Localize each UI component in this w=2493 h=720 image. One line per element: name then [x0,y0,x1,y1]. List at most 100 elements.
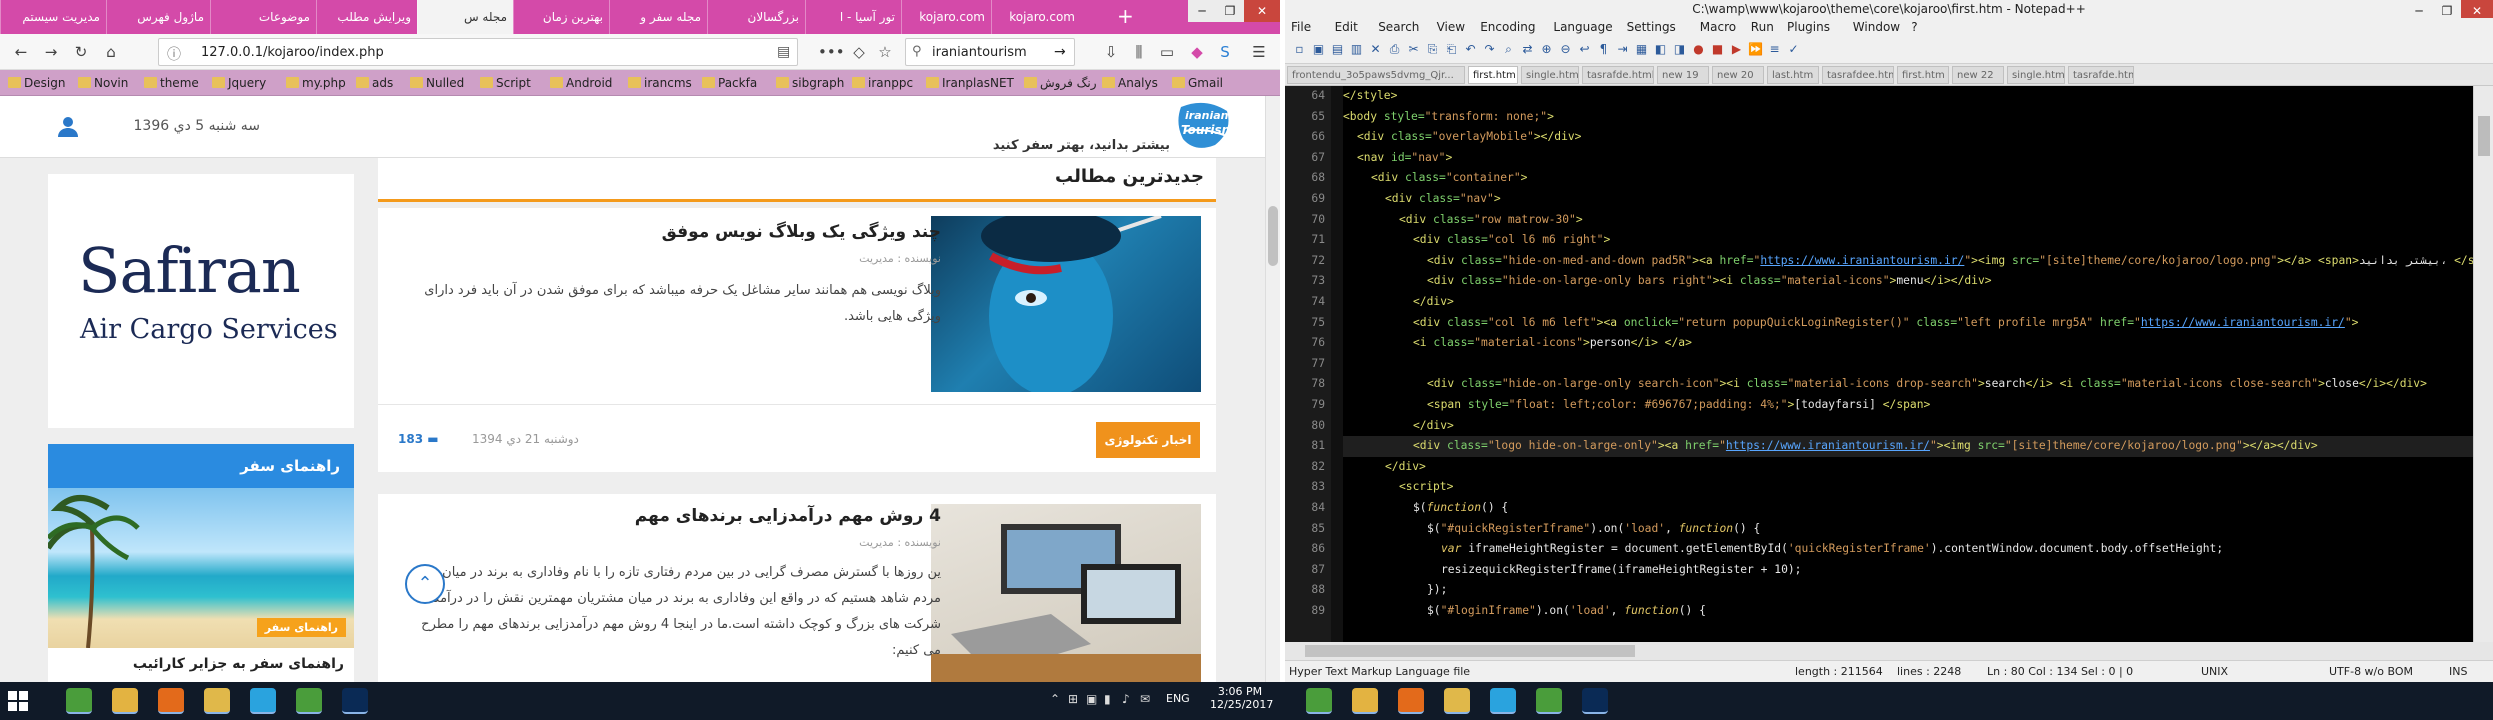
menu-item[interactable]: File [1291,20,1311,34]
browser-tab[interactable]: kojaro.com [991,0,1081,34]
toolbar-button-icon[interactable]: ⌕ [1500,42,1517,59]
toolbar-button-icon[interactable]: ▦ [1633,42,1650,59]
tray-icon[interactable]: ▣ [1086,692,1097,706]
menu-item[interactable]: ? [1911,20,1917,34]
menu-item[interactable]: Plugins [1787,20,1830,34]
code-line[interactable]: </div> [1413,416,1454,437]
browser-tab[interactable]: kojaro.com [901,0,991,34]
restore-button[interactable]: ❐ [1216,0,1244,22]
code-line[interactable]: <div class="row matrow-30"> [1399,210,1583,231]
sync-icon[interactable]: S [1214,41,1236,63]
notepadpp-icon[interactable] [66,688,92,714]
home-icon[interactable]: ⌂ [100,41,122,63]
file-tab[interactable]: new 22 [1952,66,2004,84]
bookmark-item[interactable]: Nulled [408,73,464,93]
code-line[interactable]: <script> [1399,477,1453,498]
comment-count[interactable]: 183 ▬ [398,432,439,446]
url-bar[interactable]: ⓘ 127.0.0.1/kojaroo/index.php ▤ [158,38,798,66]
code-line[interactable]: <div class="hide-on-large-only search-ic… [1427,374,2427,395]
clock[interactable]: 3:06 PM 12/25/2017 [1210,685,1273,711]
code-line[interactable]: <div class="overlayMobile"></div> [1357,127,1581,148]
search-go-icon[interactable]: → [1054,44,1066,60]
toolbar-button-icon[interactable]: ● [1690,42,1707,59]
notepadpp-icon[interactable] [1306,688,1332,714]
toolbar-button-icon[interactable]: ✓ [1785,42,1802,59]
post-image[interactable] [931,216,1201,392]
language-indicator[interactable]: ENG [1166,692,1190,705]
photoshop-icon[interactable] [342,688,368,714]
telegram-icon[interactable] [250,688,276,714]
toolbar-button-icon[interactable]: ⎗ [1443,42,1460,59]
toolbar-button-icon[interactable]: ✂ [1405,42,1422,59]
toolbar-button-icon[interactable]: ✕ [1367,42,1384,59]
toolbar-button-icon[interactable]: ↷ [1481,42,1498,59]
new-tab-button[interactable]: + [1117,4,1134,28]
bookmark-item[interactable]: Novin [76,73,128,93]
user-profile-icon[interactable] [56,114,80,138]
file-tab[interactable]: first.htm [1897,66,1949,84]
menu-item[interactable]: Edit [1335,20,1358,34]
toolbar-button-icon[interactable]: ▶ [1728,42,1745,59]
beach-image[interactable]: راهنمای سفر [48,488,354,648]
code-line[interactable]: $(function() { [1413,498,1508,519]
forward-icon[interactable]: → [40,41,62,63]
menu-item[interactable]: View [1437,20,1465,34]
firefox-icon[interactable] [158,688,184,714]
code-line[interactable]: <div class="hide-on-large-only bars righ… [1427,271,1992,292]
back-icon[interactable]: ← [10,41,32,63]
code-line[interactable]: <div class="col l6 m6 right"> [1413,230,1610,251]
bookmark-item[interactable]: Design [6,73,65,93]
browser-tab[interactable]: مجله سفر و [609,0,707,34]
menu-item[interactable]: Settings [1627,20,1676,34]
download-icon[interactable]: ⇩ [1100,41,1122,63]
file-tab[interactable]: tasrafde.html [1582,66,1654,84]
pocket-icon[interactable]: ◇ [848,41,870,63]
telegram-icon[interactable] [1490,688,1516,714]
library-icon[interactable]: ⫼ [1128,41,1150,63]
file-tab[interactable]: new 19 [1657,66,1709,84]
file-tab[interactable]: single.htm [2007,66,2065,84]
page-actions-icon[interactable]: ••• [818,41,845,63]
menu-item[interactable]: Run [1751,20,1774,34]
bookmark-item[interactable]: irancms [626,73,692,93]
filezilla-icon[interactable] [204,688,230,714]
bookmark-item[interactable]: Analys [1100,73,1158,93]
browser-tab[interactable]: تور آسیا - ا [805,0,901,34]
toolbar-button-icon[interactable]: ▫ [1291,42,1308,59]
bookmark-item[interactable]: Android [548,73,612,93]
browser-tab[interactable]: مدیریت سیستم [0,0,106,34]
toolbar-button-icon[interactable]: ▣ [1310,42,1327,59]
bookmark-item[interactable]: Gmail [1170,73,1223,93]
post-title[interactable]: 4 روش مهم درآمدزایی برندهای مهم [421,506,941,526]
toolbar-button-icon[interactable]: ⎙ [1386,42,1403,59]
code-line[interactable]: <div class="col l6 m6 left"><a onclick="… [1413,313,2358,334]
code-line[interactable]: <nav id="nav"> [1357,148,1452,169]
toolbar-button-icon[interactable]: ⏩ [1747,42,1764,59]
scroll-thumb[interactable] [1305,645,1635,657]
code-line[interactable]: <span style="float: left;color: #696767;… [1427,395,1930,416]
bookmark-item[interactable]: ads [354,73,393,93]
category-button[interactable]: اخبار تکنولوژی [1096,422,1200,458]
site-logo[interactable]: iranian Tourism [1175,101,1235,153]
search-box[interactable]: ⚲ iraniantourism → [905,38,1075,66]
scroll-top-button[interactable]: ⌃ [405,564,445,604]
code-line[interactable]: }); [1427,580,1447,601]
file-tab[interactable]: frontendu_3o5paws5dvmg_Qjr... [1287,66,1465,84]
notepadpp-icon[interactable] [1536,688,1562,714]
bookmark-item[interactable]: iranppc [850,73,913,93]
code-line[interactable]: </div> [1413,292,1454,313]
page-scrollbar[interactable] [1265,96,1280,682]
code-line[interactable]: </div> [1385,457,1426,478]
editor-vscrollbar[interactable] [2473,86,2493,642]
menu-item[interactable]: Encoding [1480,20,1535,34]
toolbar-button-icon[interactable]: ⇥ [1614,42,1631,59]
file-tab[interactable]: single.htm [1521,66,1579,84]
menu-icon[interactable]: ☰ [1248,41,1270,63]
reader-icon[interactable]: ▤ [777,44,790,60]
code-line[interactable]: </style> [1343,86,1397,107]
close-window-button[interactable]: ✕ [1244,0,1280,22]
menu-item[interactable]: Macro [1700,20,1736,34]
tray-icon[interactable]: ♪ [1122,692,1130,706]
toolbar-button-icon[interactable]: ◨ [1671,42,1688,59]
photoshop-icon[interactable] [1582,688,1608,714]
